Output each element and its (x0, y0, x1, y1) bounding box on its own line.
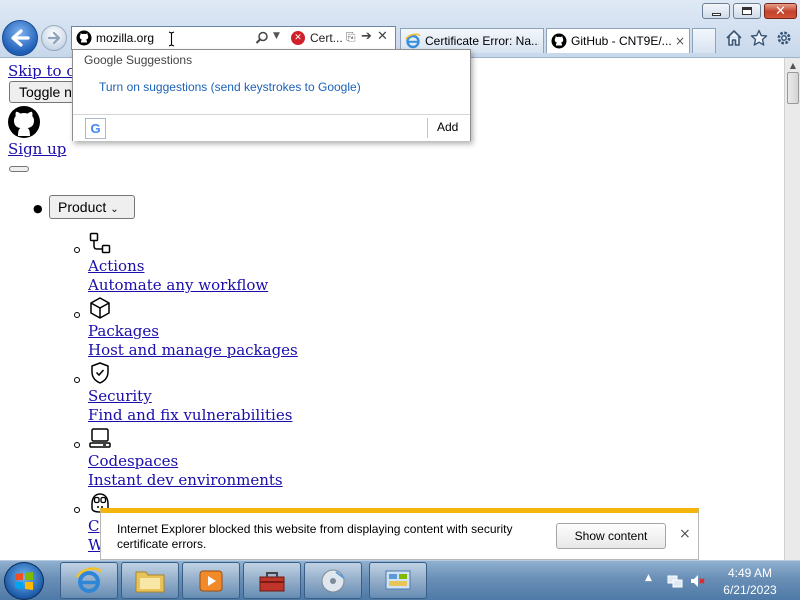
feature-title-link[interactable]: C (88, 517, 99, 535)
list-item-actions: Actions Automate any workflow (74, 232, 374, 306)
tab-label: Certificate Error: Na... (425, 34, 539, 48)
divider (427, 118, 428, 138)
home-icon[interactable] (724, 28, 744, 48)
chevron-down-icon: ⌄ (110, 204, 119, 215)
forward-arrow-icon (47, 31, 61, 45)
feature-description-link[interactable]: Automate any workflow (88, 276, 268, 294)
tab-label: GitHub - CNT9E/... (571, 34, 672, 48)
address-suggestions-dropdown: Google Suggestions Turn on suggestions (… (72, 49, 471, 141)
turn-on-suggestions-link[interactable]: Turn on suggestions (send keystrokes to … (99, 80, 361, 94)
taskbar-control-panel[interactable] (369, 562, 427, 599)
list-bullet (74, 312, 80, 318)
compatibility-view-icon[interactable]: ⎘ (346, 30, 356, 45)
start-button[interactable] (4, 562, 44, 600)
notification-message: Internet Explorer blocked this website f… (117, 522, 513, 551)
shield-check-icon (91, 362, 109, 384)
feature-title-link[interactable]: Packages (88, 322, 159, 340)
github-favicon-icon (76, 30, 92, 46)
toolbox-icon (259, 571, 285, 591)
internet-explorer-icon (75, 566, 103, 593)
feature-description-link[interactable]: Host and manage packages (88, 341, 298, 359)
address-bar[interactable]: ▼ ✕ Cert... ⎘ ➔ ✕ (71, 26, 396, 50)
text-cursor-icon (168, 31, 175, 47)
gear-icon[interactable] (774, 28, 794, 48)
list-bullet (74, 377, 80, 383)
list-item-security: Security Find and fix vulnerabilities (74, 362, 374, 436)
minimize-button[interactable] (702, 3, 730, 19)
github-logo-icon[interactable] (8, 106, 40, 138)
network-icon[interactable] (667, 573, 683, 589)
suggestions-header: Google Suggestions (84, 53, 193, 67)
show-content-button[interactable]: Show content (556, 523, 666, 549)
folder-icon (135, 571, 165, 592)
toggle-navigation-button[interactable]: Toggle n (9, 81, 74, 103)
clock-date[interactable]: 6/21/2023 (710, 583, 790, 597)
add-search-provider-button[interactable]: Add (437, 120, 458, 134)
feature-title-link[interactable]: Security (88, 387, 152, 405)
back-button[interactable] (2, 20, 38, 56)
new-tab-button[interactable] (692, 28, 716, 53)
taskbar-media-player[interactable] (182, 562, 240, 599)
control-panel-icon (385, 570, 411, 589)
certificate-error-icon[interactable]: ✕ (291, 31, 305, 45)
menu-button[interactable] (9, 166, 29, 172)
google-icon[interactable]: G (85, 118, 106, 139)
show-hidden-icons-chevron[interactable]: ▲ (645, 573, 652, 583)
stop-icon[interactable]: ✕ (377, 29, 388, 44)
certificate-error-label[interactable]: Cert... (310, 31, 343, 45)
forward-button[interactable] (41, 25, 67, 51)
taskbar-disk-utility[interactable] (304, 562, 362, 599)
volume-muted-icon[interactable] (690, 573, 706, 589)
github-favicon-icon (551, 33, 567, 49)
restore-icon (742, 7, 752, 15)
maximize-button[interactable] (733, 3, 761, 19)
package-icon (90, 297, 110, 319)
list-item-codespaces: Codespaces Instant dev environments (74, 428, 374, 501)
close-icon: ✕ (775, 3, 786, 19)
clock-time[interactable]: 4:49 AM (710, 566, 790, 580)
product-label: Product (58, 199, 107, 215)
ie-favicon-icon (405, 33, 421, 49)
feature-description-link[interactable]: Find and fix vulnerabilities (88, 406, 292, 424)
tab-close-icon[interactable]: × (675, 34, 685, 48)
taskbar-toolbox[interactable] (243, 562, 301, 599)
list-bullet (74, 247, 80, 253)
list-bullet (74, 507, 80, 513)
feature-description-link[interactable]: Instant dev environments (88, 471, 283, 489)
notification-close-icon[interactable]: × (679, 526, 691, 542)
notification-bar: Internet Explorer blocked this website f… (100, 508, 699, 560)
list-item-packages: Packages Host and manage packages (74, 297, 374, 371)
workflow-icon (89, 232, 111, 254)
vertical-scrollbar[interactable]: ▲ (784, 58, 800, 560)
close-window-button[interactable]: ✕ (764, 3, 797, 19)
list-bullet: ● (33, 202, 43, 215)
windows-logo-icon (15, 572, 33, 590)
list-bullet (74, 442, 80, 448)
search-icon[interactable] (255, 31, 269, 45)
taskbar-internet-explorer[interactable] (60, 562, 118, 599)
taskbar: ▲ 4:49 AM 6/21/2023 (0, 560, 800, 600)
go-arrow-icon[interactable]: ➔ (361, 29, 372, 44)
feature-title-link[interactable]: Codespaces (88, 452, 178, 470)
favorites-star-icon[interactable] (749, 28, 769, 48)
disk-icon (321, 569, 345, 592)
suggestions-footer: G Add (73, 114, 470, 141)
media-player-icon (199, 570, 223, 591)
feature-title-link[interactable]: Actions (88, 257, 144, 275)
taskbar-file-explorer[interactable] (121, 562, 179, 599)
dropdown-arrow-icon[interactable]: ▼ (273, 31, 280, 41)
scrollbar-thumb[interactable] (787, 72, 799, 104)
back-arrow-icon (11, 29, 30, 47)
codespaces-icon (89, 428, 111, 448)
tab-github[interactable]: GitHub - CNT9E/... × (546, 28, 690, 53)
sign-up-link[interactable]: Sign up (8, 140, 66, 158)
minimize-icon (711, 12, 721, 16)
product-menu-button[interactable]: Product ⌄ (49, 195, 135, 219)
